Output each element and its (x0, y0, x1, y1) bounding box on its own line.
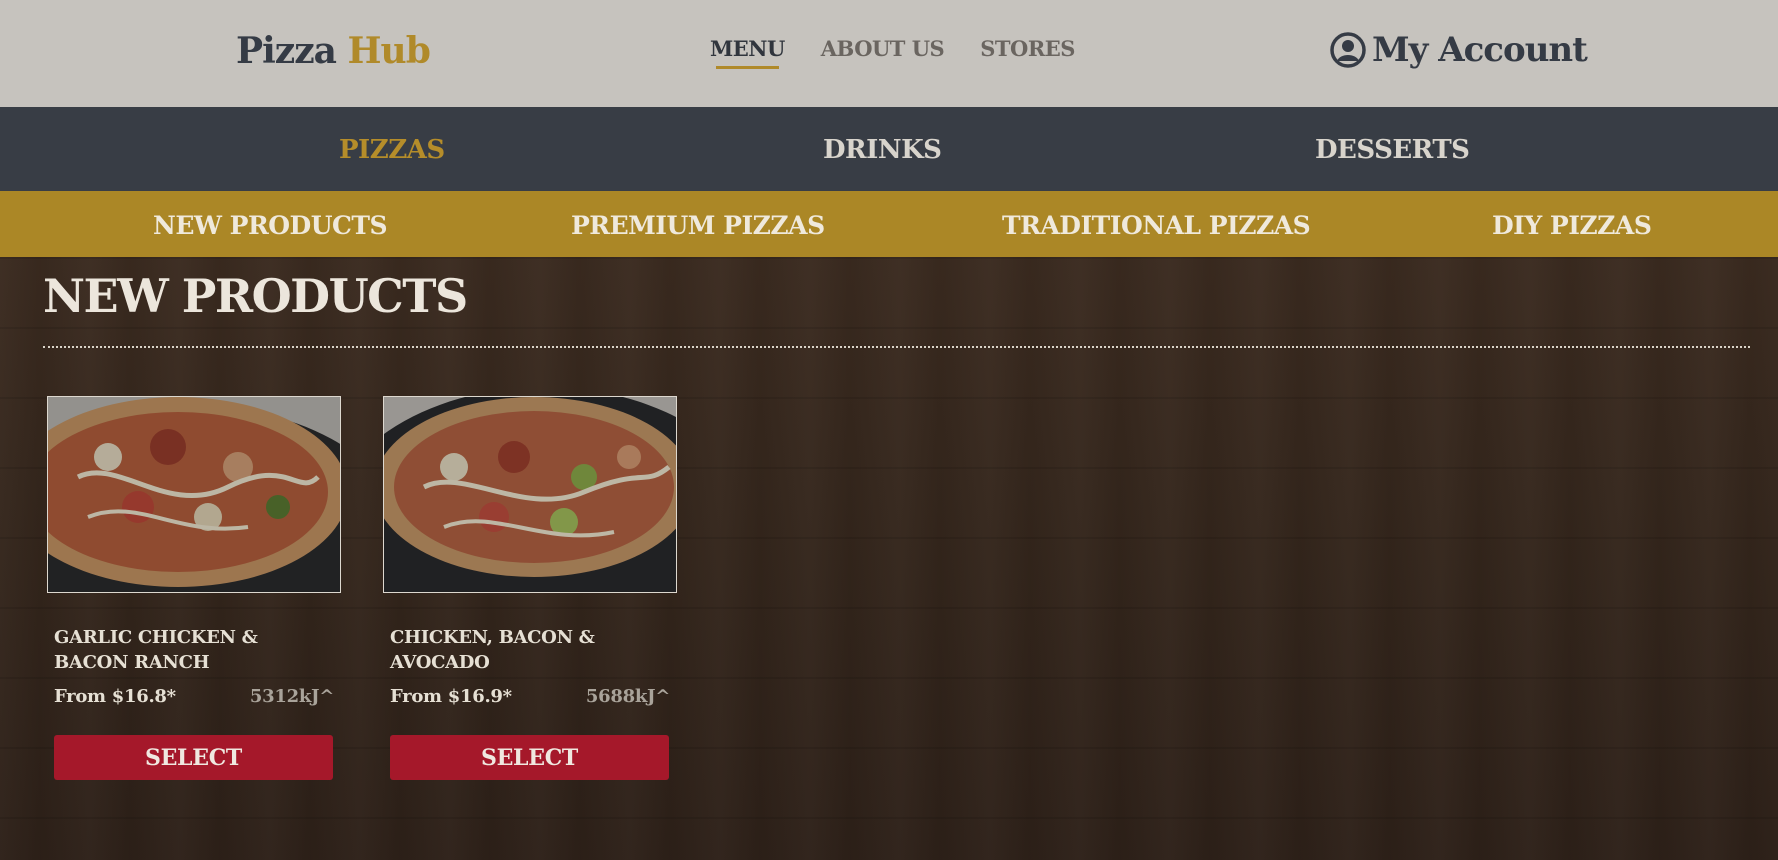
site-header: Pizza Hub MENU ABOUT US STORES My Accoun… (0, 0, 1778, 107)
select-button[interactable]: SELECT (390, 735, 669, 780)
category-drinks[interactable]: DRINKS (823, 135, 942, 165)
product-energy: 5312kJ^ (249, 686, 334, 707)
product-price: From $16.8* (54, 686, 176, 707)
product-card: CHICKEN, BACON & AVOCADO From $16.9* 568… (383, 396, 677, 780)
logo[interactable]: Pizza Hub (236, 30, 431, 72)
product-image[interactable] (383, 396, 677, 593)
select-button[interactable]: SELECT (54, 735, 333, 780)
subcategory-new-products[interactable]: NEW PRODUCTS (153, 211, 388, 240)
category-pizzas[interactable]: PIZZAS (339, 135, 445, 165)
category-desserts[interactable]: DESSERTS (1315, 135, 1470, 165)
subcategory-traditional-pizzas[interactable]: TRADITIONAL PIZZAS (1002, 211, 1311, 240)
product-section: NEW PRODUCTS GARLIC CHICKEN & BACON RANC… (0, 257, 1778, 860)
product-price: From $16.9* (390, 686, 512, 707)
section-title: NEW PRODUCTS (43, 269, 468, 323)
my-account-link[interactable]: My Account (1330, 30, 1588, 70)
section-divider (43, 346, 1750, 348)
product-name: GARLIC CHICKEN & BACON RANCH (54, 627, 258, 673)
subcategory-nav: NEW PRODUCTS PREMIUM PIZZAS TRADITIONAL … (0, 191, 1778, 257)
logo-text-hub: Hub (347, 30, 431, 72)
nav-menu[interactable]: MENU (710, 36, 785, 69)
product-name: CHICKEN, BACON & AVOCADO (390, 627, 595, 673)
nav-about-us[interactable]: ABOUT US (821, 36, 945, 61)
logo-text-pizza: Pizza (236, 30, 337, 72)
category-nav: PIZZAS DRINKS DESSERTS (0, 107, 1778, 191)
my-account-label: My Account (1372, 30, 1588, 70)
product-image[interactable] (47, 396, 341, 593)
product-card: GARLIC CHICKEN & BACON RANCH From $16.8*… (47, 396, 341, 780)
product-energy: 5688kJ^ (585, 686, 670, 707)
user-circle-icon (1330, 32, 1366, 68)
subcategory-premium-pizzas[interactable]: PREMIUM PIZZAS (571, 211, 825, 240)
nav-stores[interactable]: STORES (980, 36, 1075, 61)
top-nav: MENU ABOUT US STORES (710, 36, 1075, 69)
subcategory-diy-pizzas[interactable]: DIY PIZZAS (1492, 211, 1652, 240)
